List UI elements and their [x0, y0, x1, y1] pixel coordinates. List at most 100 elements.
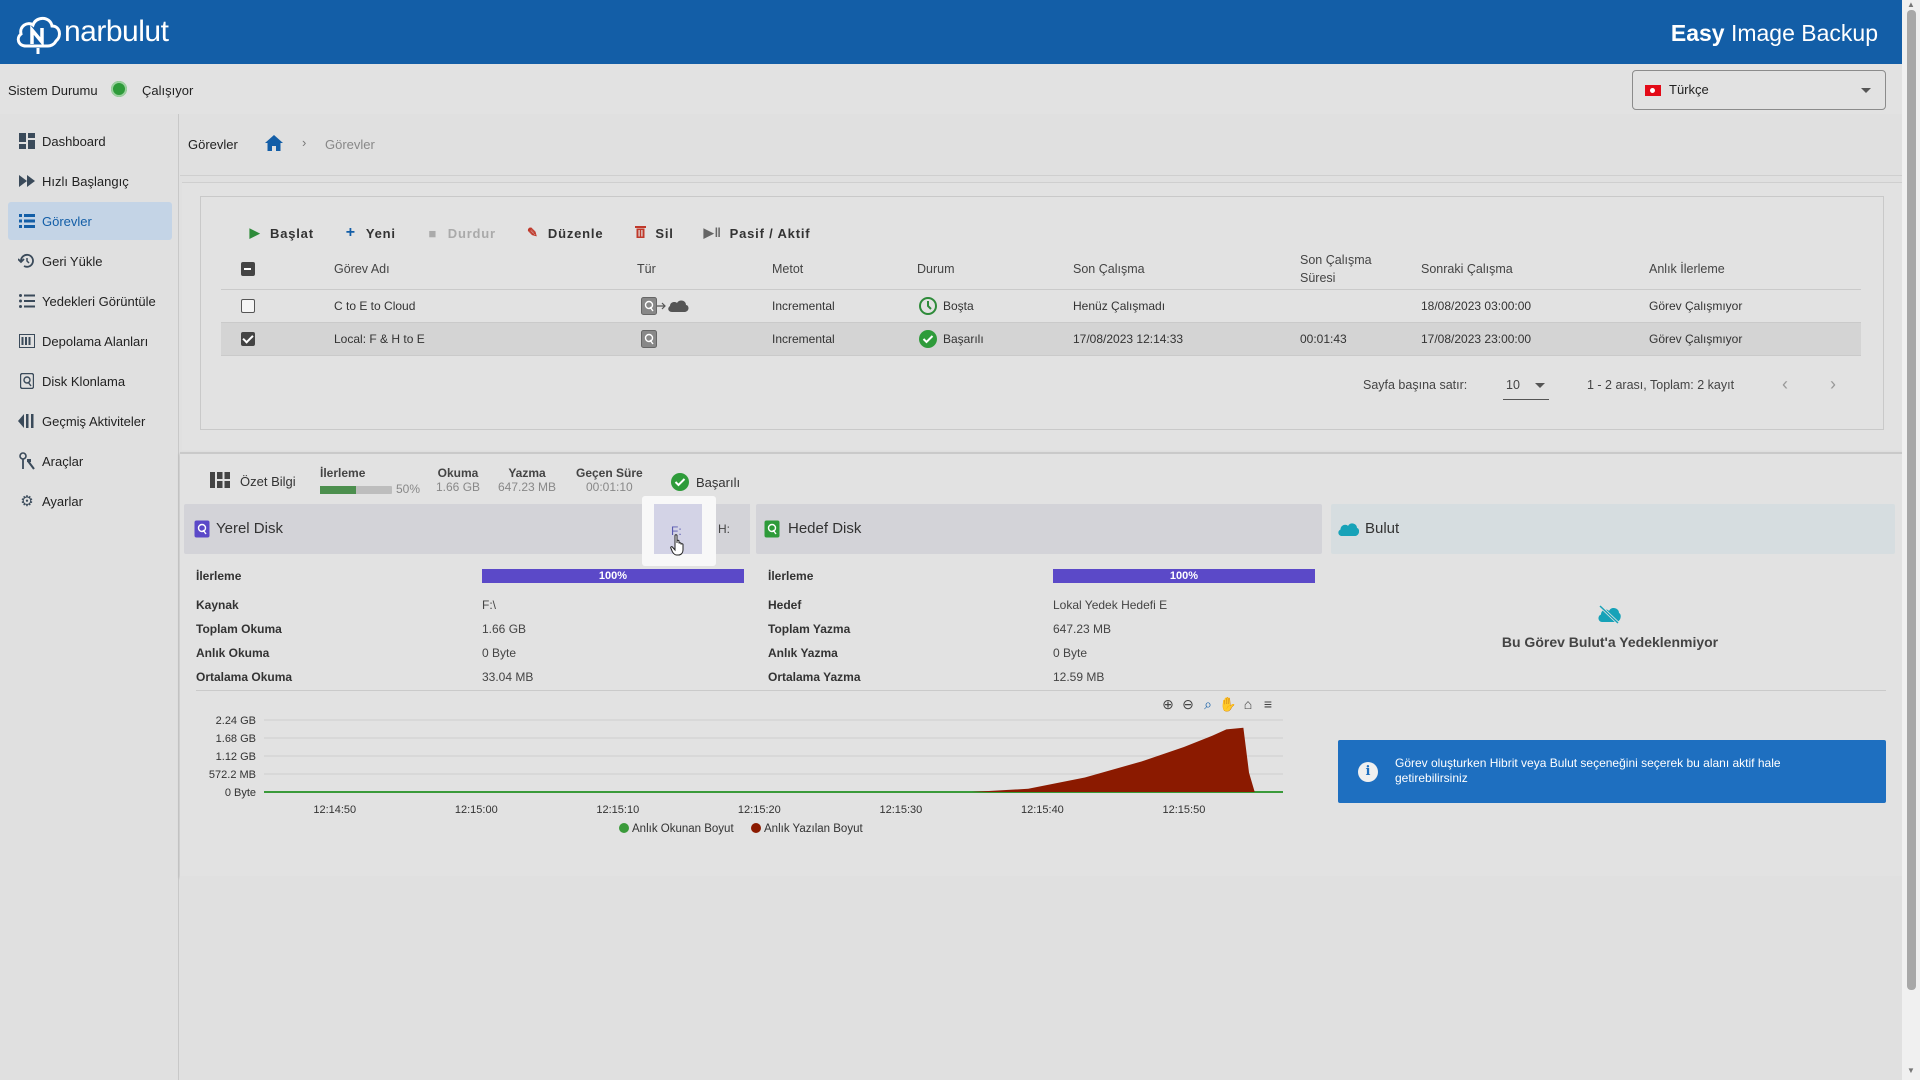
target-dest-label: Hedef: [768, 598, 802, 612]
sidebar-item-dashboard[interactable]: Dashboard: [8, 122, 172, 160]
edit-button[interactable]: ✎ Düzenle: [526, 225, 603, 241]
scroll-thumb[interactable]: [1907, 10, 1916, 990]
stop-label: Durdur: [447, 225, 496, 241]
task-next-run: 18/08/2023 03:00:00: [1421, 299, 1532, 313]
select-all-checkbox[interactable]: [241, 261, 255, 276]
tasks-toolbar: ▶ Başlat + Yeni ■ Durdur ✎ Düzenle Sil ▶‖ Pas…: [248, 224, 840, 242]
toggle-active-button[interactable]: ▶‖ Pasif / Aktif: [704, 225, 811, 241]
sidebar-item-disk-clone[interactable]: Disk Klonlama: [8, 362, 172, 400]
local-progress-bar: 100%: [482, 569, 744, 583]
summary-write: Yazma 647.23 MB: [498, 466, 556, 494]
language-select[interactable]: Türkçe: [1632, 70, 1886, 110]
task-status: Başarılı: [918, 323, 984, 355]
summary-elapsed-value: 00:01:10: [585, 480, 633, 494]
task-method: Incremental: [772, 299, 835, 313]
header-next-run[interactable]: Sonraki Çalışma: [1421, 248, 1513, 289]
breadcrumb: Görevler › Görevler: [180, 114, 1902, 176]
local-live-read-label: Anlık Okuma: [196, 646, 270, 660]
x-tick-label: 12:15:20: [738, 804, 781, 816]
header-last-duration-line1: Son Çalışma: [1300, 252, 1372, 267]
header-type[interactable]: Tür: [637, 248, 656, 289]
row-checkbox[interactable]: [241, 332, 255, 346]
header-status[interactable]: Durum: [917, 248, 955, 289]
sidebar-item-settings[interactable]: ⚙ Ayarlar: [8, 482, 172, 520]
new-button[interactable]: + Yeni: [344, 224, 396, 242]
fast-forward-icon: [18, 172, 36, 190]
target-total-write-value: 647.23 MB: [1053, 622, 1112, 636]
page-scrollbar[interactable]: ▲ ▼: [1902, 0, 1920, 1080]
summary-read: Okuma 1.66 GB: [436, 466, 480, 494]
top-bar: narbulut Easy Image Backup: [0, 0, 1902, 64]
chevron-left-icon[interactable]: ‹: [1782, 374, 1788, 395]
logo-text: narbulut: [64, 15, 169, 48]
header-live-progress[interactable]: Anlık İlerleme: [1649, 248, 1725, 289]
task-last-run: 17/08/2023 12:14:33: [1073, 332, 1184, 346]
cloud-header: Bulut: [1331, 504, 1895, 554]
x-tick-label: 12:15:10: [596, 804, 639, 816]
sidebar-item-restore[interactable]: Geri Yükle: [8, 242, 172, 280]
summary-title: Özet Bilgi: [240, 474, 296, 489]
tools-icon: [18, 452, 36, 470]
target-disk-title: Hedef Disk: [788, 520, 862, 537]
drive-h-label: H:: [718, 522, 730, 536]
sidebar-item-label: Ayarlar: [42, 493, 83, 509]
hand-cursor-icon: [670, 534, 684, 556]
header-last-duration[interactable]: Son Çalışma Süresi: [1300, 248, 1372, 289]
task-duration: 00:01:43: [1300, 332, 1347, 346]
start-button[interactable]: ▶ Başlat: [248, 225, 314, 241]
delete-button[interactable]: Sil: [633, 225, 673, 241]
arrow-right-icon: [657, 302, 666, 310]
header-name[interactable]: Görev Adı: [334, 248, 390, 289]
sidebar: Dashboard Hızlı Başlangıç Görevler Geri …: [0, 114, 179, 1080]
sidebar-item-history[interactable]: Geçmiş Aktiviteler: [8, 402, 172, 440]
play-icon: ▶: [249, 225, 261, 240]
summary-write-value: 647.23 MB: [498, 480, 557, 494]
sidebar-item-quick-start[interactable]: Hızlı Başlangıç: [8, 162, 172, 200]
status-led-icon: [111, 81, 127, 97]
y-tick-label: 0 Byte: [225, 787, 256, 799]
sidebar-item-tasks[interactable]: Görevler: [8, 202, 172, 240]
drive-tab-h[interactable]: H:: [716, 504, 750, 554]
app-title-rest: Image Backup: [1724, 20, 1878, 46]
trash-icon: [633, 225, 647, 241]
local-disk-title: Yerel Disk: [216, 520, 283, 537]
sidebar-item-storage[interactable]: Depolama Alanları: [8, 322, 172, 360]
y-tick-label: 2.24 GB: [216, 715, 256, 727]
summary-status: Başarılı: [670, 472, 740, 492]
caret-down-icon: [1535, 383, 1545, 388]
target-avg-write-value: 12.59 MB: [1053, 670, 1105, 684]
table-header: Görev Adı Tür Metot Durum Son Çalışma So…: [221, 248, 1861, 290]
legend-marker: [619, 823, 629, 833]
y-tick-label: 572.2 MB: [209, 769, 256, 781]
home-icon[interactable]: [264, 134, 284, 152]
x-tick-label: 12:15:30: [879, 804, 922, 816]
row-checkbox[interactable]: [241, 299, 255, 313]
x-tick-label: 12:15:40: [1021, 804, 1064, 816]
sidebar-item-view-backups[interactable]: Yedekleri Görüntüle: [8, 282, 172, 320]
stop-button[interactable]: ■ Durdur: [426, 226, 496, 241]
cloud-info-box: i Görev oluşturken Hibrit veya Bulut seç…: [1338, 740, 1886, 803]
local-live-read-value: 0 Byte: [482, 646, 517, 660]
rows-per-page-select[interactable]: 10: [1503, 374, 1549, 400]
scroll-up-icon[interactable]: ▲: [1907, 0, 1915, 9]
sidebar-item-label: Geri Yükle: [42, 253, 103, 269]
target-dest-value: Lokal Yedek Hedefi E: [1053, 598, 1168, 612]
table-row[interactable]: C to E to Cloud Incremental Boşta Henüz …: [221, 290, 1861, 323]
local-source-value: F:\: [482, 598, 496, 612]
pagination: Sayfa başına satır: 10 1 - 2 arası, Topl…: [1360, 374, 1850, 400]
summary-progress-fill: [320, 486, 356, 494]
summary-progress: İlerleme 50%: [320, 466, 420, 496]
chevron-right-icon[interactable]: ›: [1830, 374, 1836, 395]
table-row[interactable]: Local: F & H to E Incremental Başarılı 1…: [221, 323, 1861, 356]
target-avg-write-label: Ortalama Yazma: [768, 670, 861, 684]
task-status: Boşta: [918, 290, 974, 322]
scroll-down-icon[interactable]: ▼: [1907, 1066, 1915, 1075]
throughput-chart: 2.24 GB 1.68 GB 1.12 GB 572.2 MB 0 Byte 12:14…: [209, 715, 1283, 835]
header-last-run[interactable]: Son Çalışma: [1073, 248, 1145, 289]
restore-icon: [18, 252, 36, 270]
logo[interactable]: narbulut: [14, 8, 169, 56]
sidebar-item-label: Araçlar: [42, 453, 84, 469]
sidebar-item-tools[interactable]: Araçlar: [8, 442, 172, 480]
header-method[interactable]: Metot: [772, 248, 803, 289]
system-status-label: Sistem Durumu: [8, 83, 98, 98]
